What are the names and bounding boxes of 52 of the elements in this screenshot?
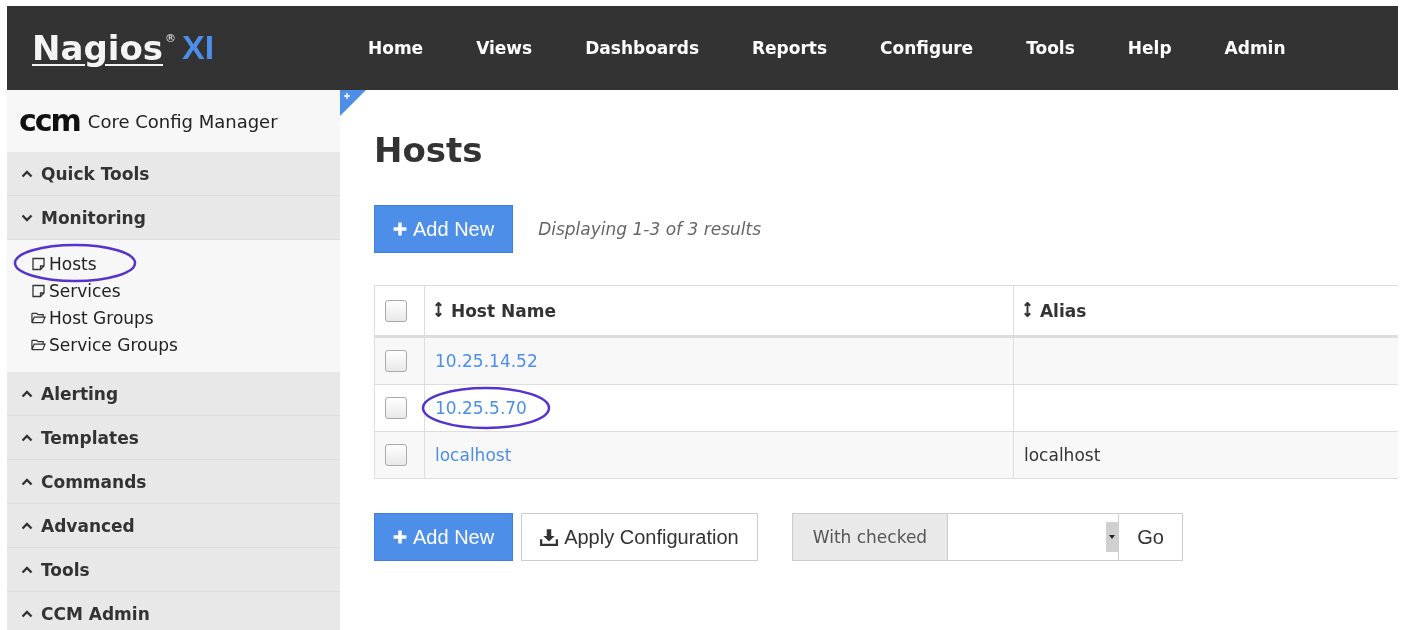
nav-link[interactable]: Reports: [752, 38, 854, 58]
section-header[interactable]: Tools: [7, 548, 340, 592]
results-count: Displaying 1-3 of 3 results: [538, 219, 761, 239]
section-header[interactable]: Advanced: [7, 504, 340, 548]
folder-icon: [31, 337, 46, 352]
section-header[interactable]: CCM Admin: [7, 592, 340, 630]
registered-mark: ®: [165, 32, 176, 45]
chevron-icon: [21, 565, 33, 574]
section-header[interactable]: Quick Tools: [7, 152, 340, 196]
row-checkbox[interactable]: [385, 397, 407, 419]
dropdown-caret-icon: [1106, 522, 1119, 552]
chevron-icon: [21, 433, 33, 442]
chevron-icon: [21, 521, 33, 530]
logo[interactable]: Nagios: [32, 28, 163, 68]
section-header[interactable]: Templates: [7, 416, 340, 460]
nav-link[interactable]: Help: [1127, 38, 1198, 58]
page-icon: [31, 256, 46, 271]
sidebar-link[interactable]: Host Groups: [31, 307, 154, 328]
nav-link[interactable]: Home: [368, 38, 450, 58]
plus-icon: [393, 222, 407, 236]
sidebar-link[interactable]: Services: [31, 280, 121, 301]
apply-configuration-button[interactable]: Apply Configuration: [521, 513, 758, 561]
sidebar-link[interactable]: Service Groups: [31, 334, 178, 355]
page-icon: [31, 283, 46, 298]
folder-icon: [31, 310, 46, 325]
row-checkbox[interactable]: [385, 444, 407, 466]
section-header[interactable]: Commands: [7, 460, 340, 504]
alias-text: localhost: [1024, 445, 1101, 465]
section-header[interactable]: Alerting: [7, 372, 340, 416]
download-icon: [540, 528, 559, 546]
input-label: With checked: [792, 514, 949, 560]
logo-suffix[interactable]: XI: [182, 28, 215, 67]
chevron-icon: [21, 477, 33, 486]
plus-icon: [393, 530, 407, 544]
chevron-icon: [21, 213, 33, 222]
section-header[interactable]: Monitoring: [7, 196, 340, 240]
chevron-icon: [21, 389, 33, 398]
nav-link[interactable]: Admin: [1224, 38, 1312, 58]
corner-tab-icon[interactable]: [340, 90, 366, 116]
nav-link[interactable]: Tools: [1026, 38, 1101, 58]
row-checkbox[interactable]: [385, 350, 407, 372]
chevron-icon: [21, 169, 33, 178]
sidebar-title: Core Config Manager: [87, 110, 278, 132]
page-title: Hosts: [374, 130, 484, 170]
sort-icon: [435, 301, 442, 317]
nav-link[interactable]: Views: [476, 38, 559, 58]
select-all-checkbox[interactable]: [385, 299, 407, 322]
chevron-icon: [21, 609, 33, 618]
nav-link[interactable]: Configure: [880, 38, 1000, 58]
nav-link[interactable]: Dashboards: [585, 38, 725, 58]
sort-icon: [1024, 301, 1031, 317]
ccm-logo: ccm: [19, 106, 80, 136]
